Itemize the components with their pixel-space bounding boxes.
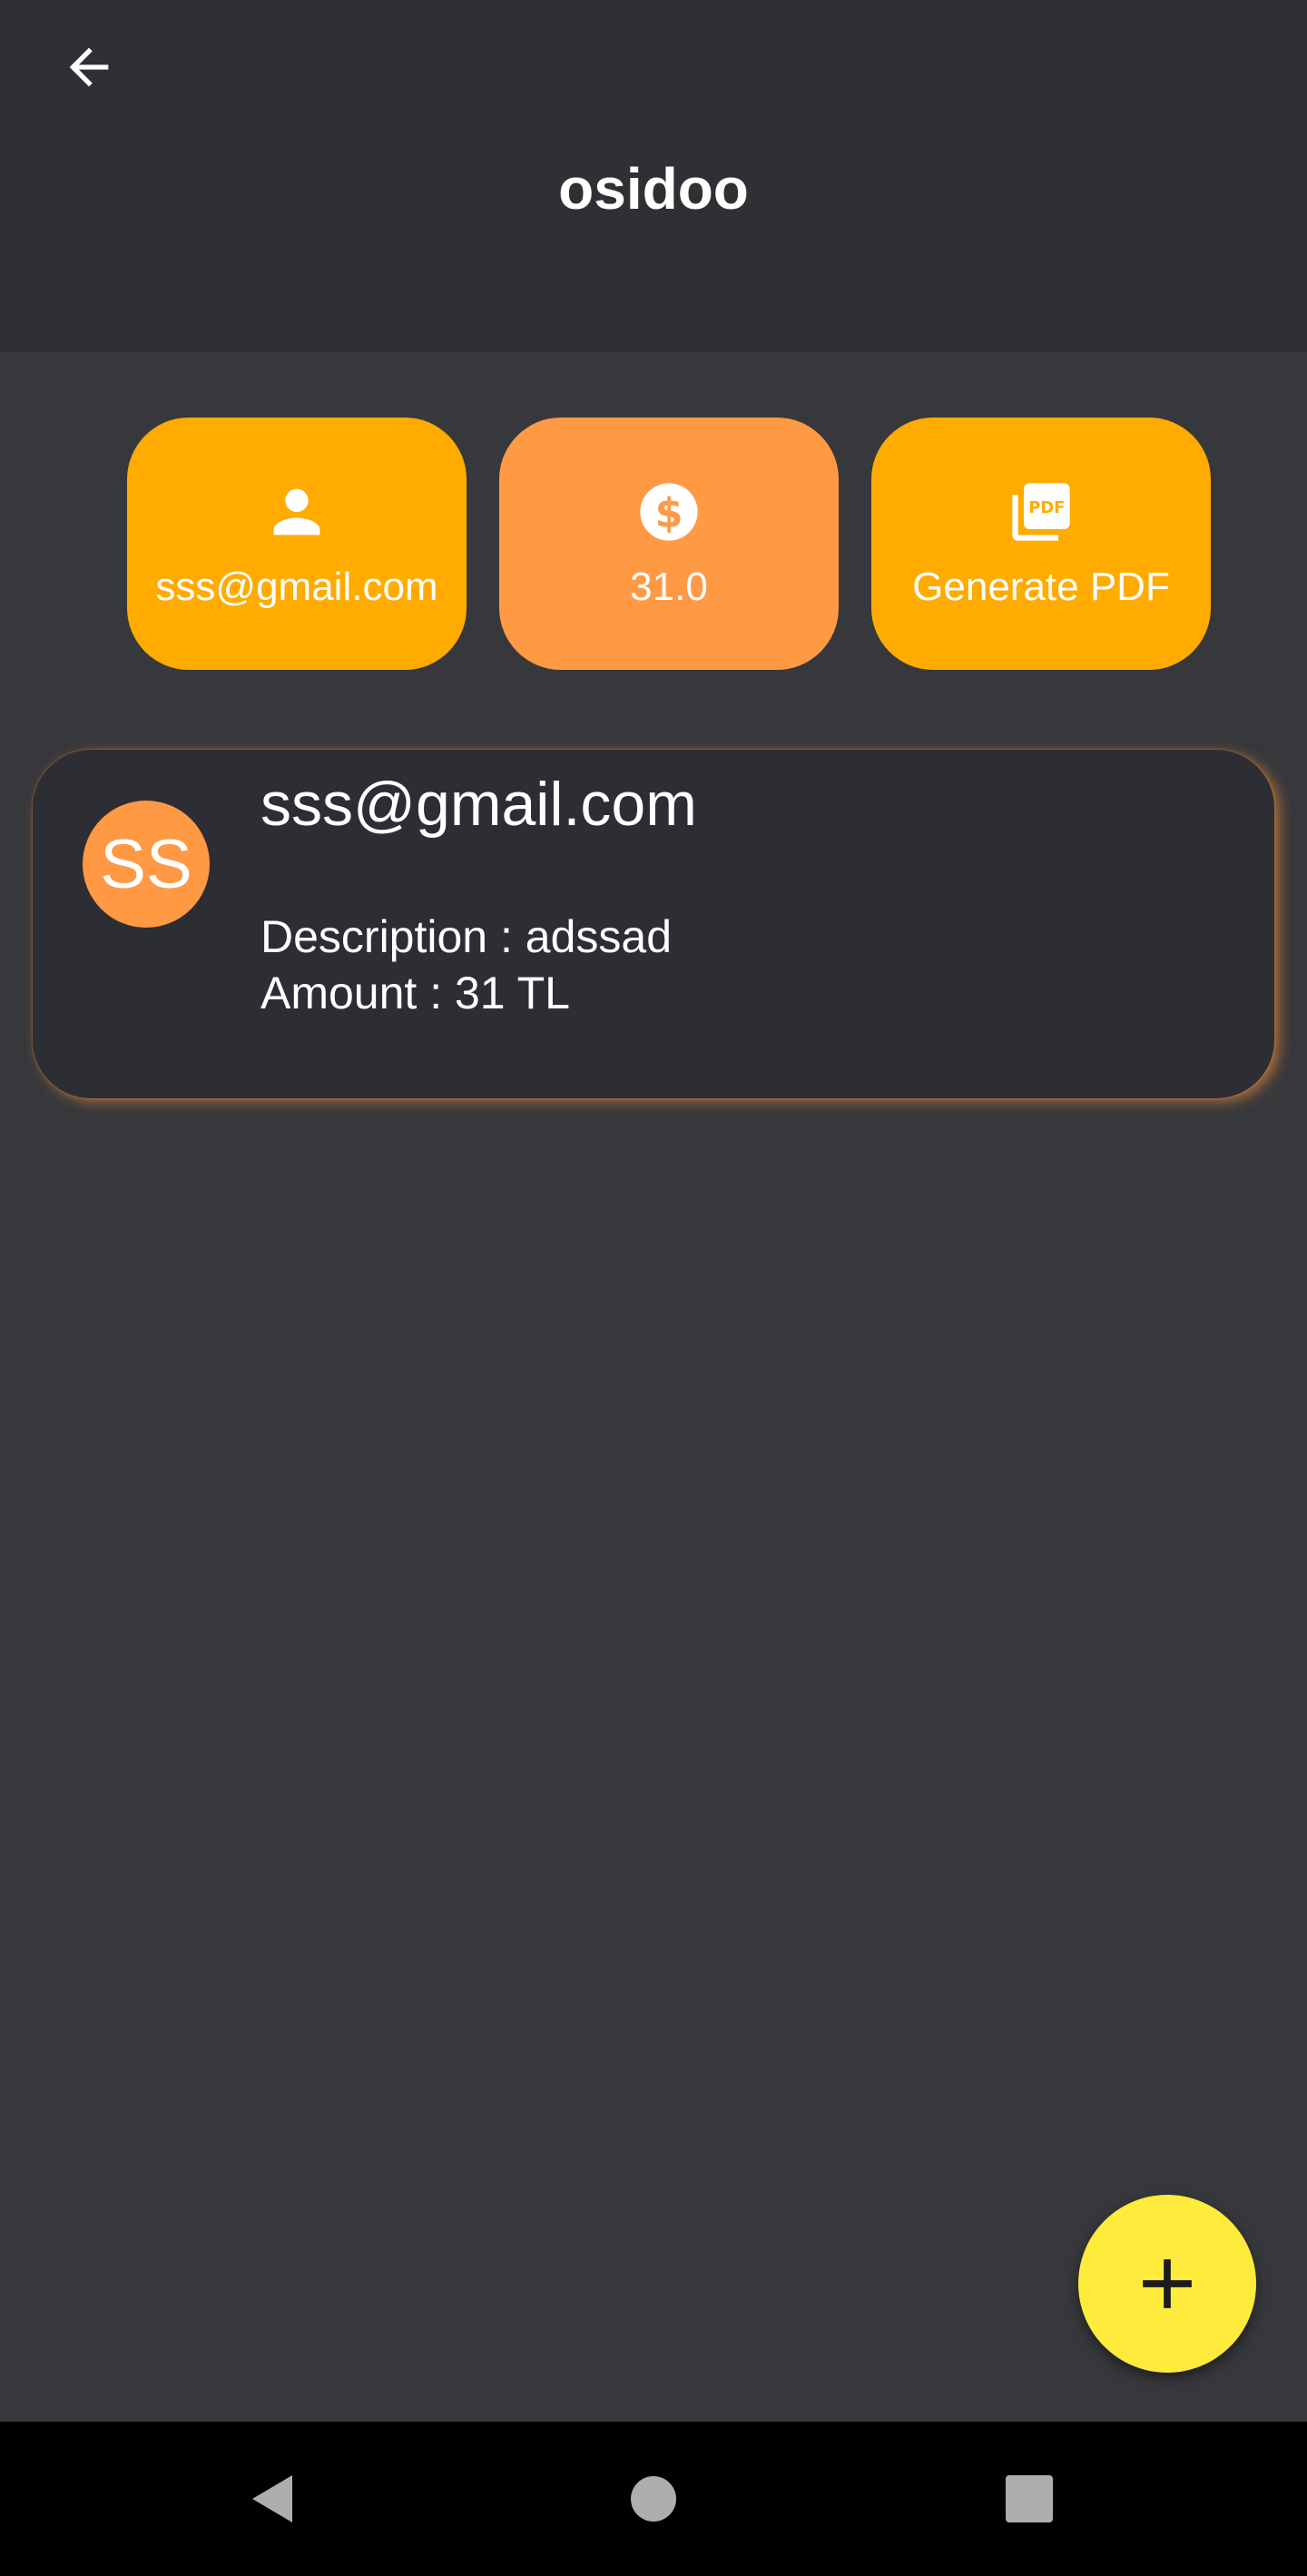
entry-description: Description : adssad bbox=[260, 909, 672, 964]
plus-icon bbox=[1143, 2259, 1192, 2308]
nav-back-button[interactable] bbox=[227, 2453, 318, 2544]
square-recents-icon bbox=[1006, 2475, 1053, 2522]
amount-label: Amount : bbox=[260, 968, 455, 1018]
amount-tile[interactable]: $ 31.0 bbox=[499, 418, 839, 670]
screen: osidoo sss@gmail.com $ 31.0 PDF Generate… bbox=[0, 0, 1307, 2576]
amount-value: 31 TL bbox=[455, 968, 570, 1018]
add-button[interactable] bbox=[1078, 2195, 1256, 2373]
description-value: adssad bbox=[525, 911, 673, 962]
arrow-left-icon bbox=[69, 47, 109, 87]
back-button[interactable] bbox=[44, 22, 134, 113]
page-title: osidoo bbox=[558, 156, 749, 221]
person-icon bbox=[273, 488, 320, 536]
nav-home-button[interactable] bbox=[608, 2453, 699, 2544]
generate-pdf-label: Generate PDF bbox=[912, 564, 1170, 609]
pdf-icon: PDF bbox=[1012, 483, 1070, 541]
generate-pdf-button[interactable]: PDF Generate PDF bbox=[871, 418, 1211, 670]
amount-tile-label: 31.0 bbox=[630, 564, 708, 609]
entry-card[interactable]: SS sss@gmail.com Description : adssad Am… bbox=[33, 750, 1274, 1098]
dollar-circle-icon: $ bbox=[640, 483, 698, 541]
triangle-back-icon bbox=[252, 2475, 292, 2522]
avatar: SS bbox=[83, 801, 210, 928]
svg-text:$: $ bbox=[655, 490, 683, 536]
system-nav-bar bbox=[0, 2422, 1307, 2576]
description-label: Description : bbox=[260, 911, 526, 962]
nav-recents-button[interactable] bbox=[984, 2453, 1075, 2544]
app-bar: osidoo bbox=[0, 0, 1307, 352]
circle-home-icon bbox=[631, 2476, 676, 2522]
svg-text:PDF: PDF bbox=[1028, 499, 1065, 517]
user-tile[interactable]: sss@gmail.com bbox=[127, 418, 467, 670]
entry-email: sss@gmail.com bbox=[260, 770, 697, 839]
user-tile-label: sss@gmail.com bbox=[155, 564, 438, 609]
entry-amount: Amount : 31 TL bbox=[260, 966, 570, 1020]
